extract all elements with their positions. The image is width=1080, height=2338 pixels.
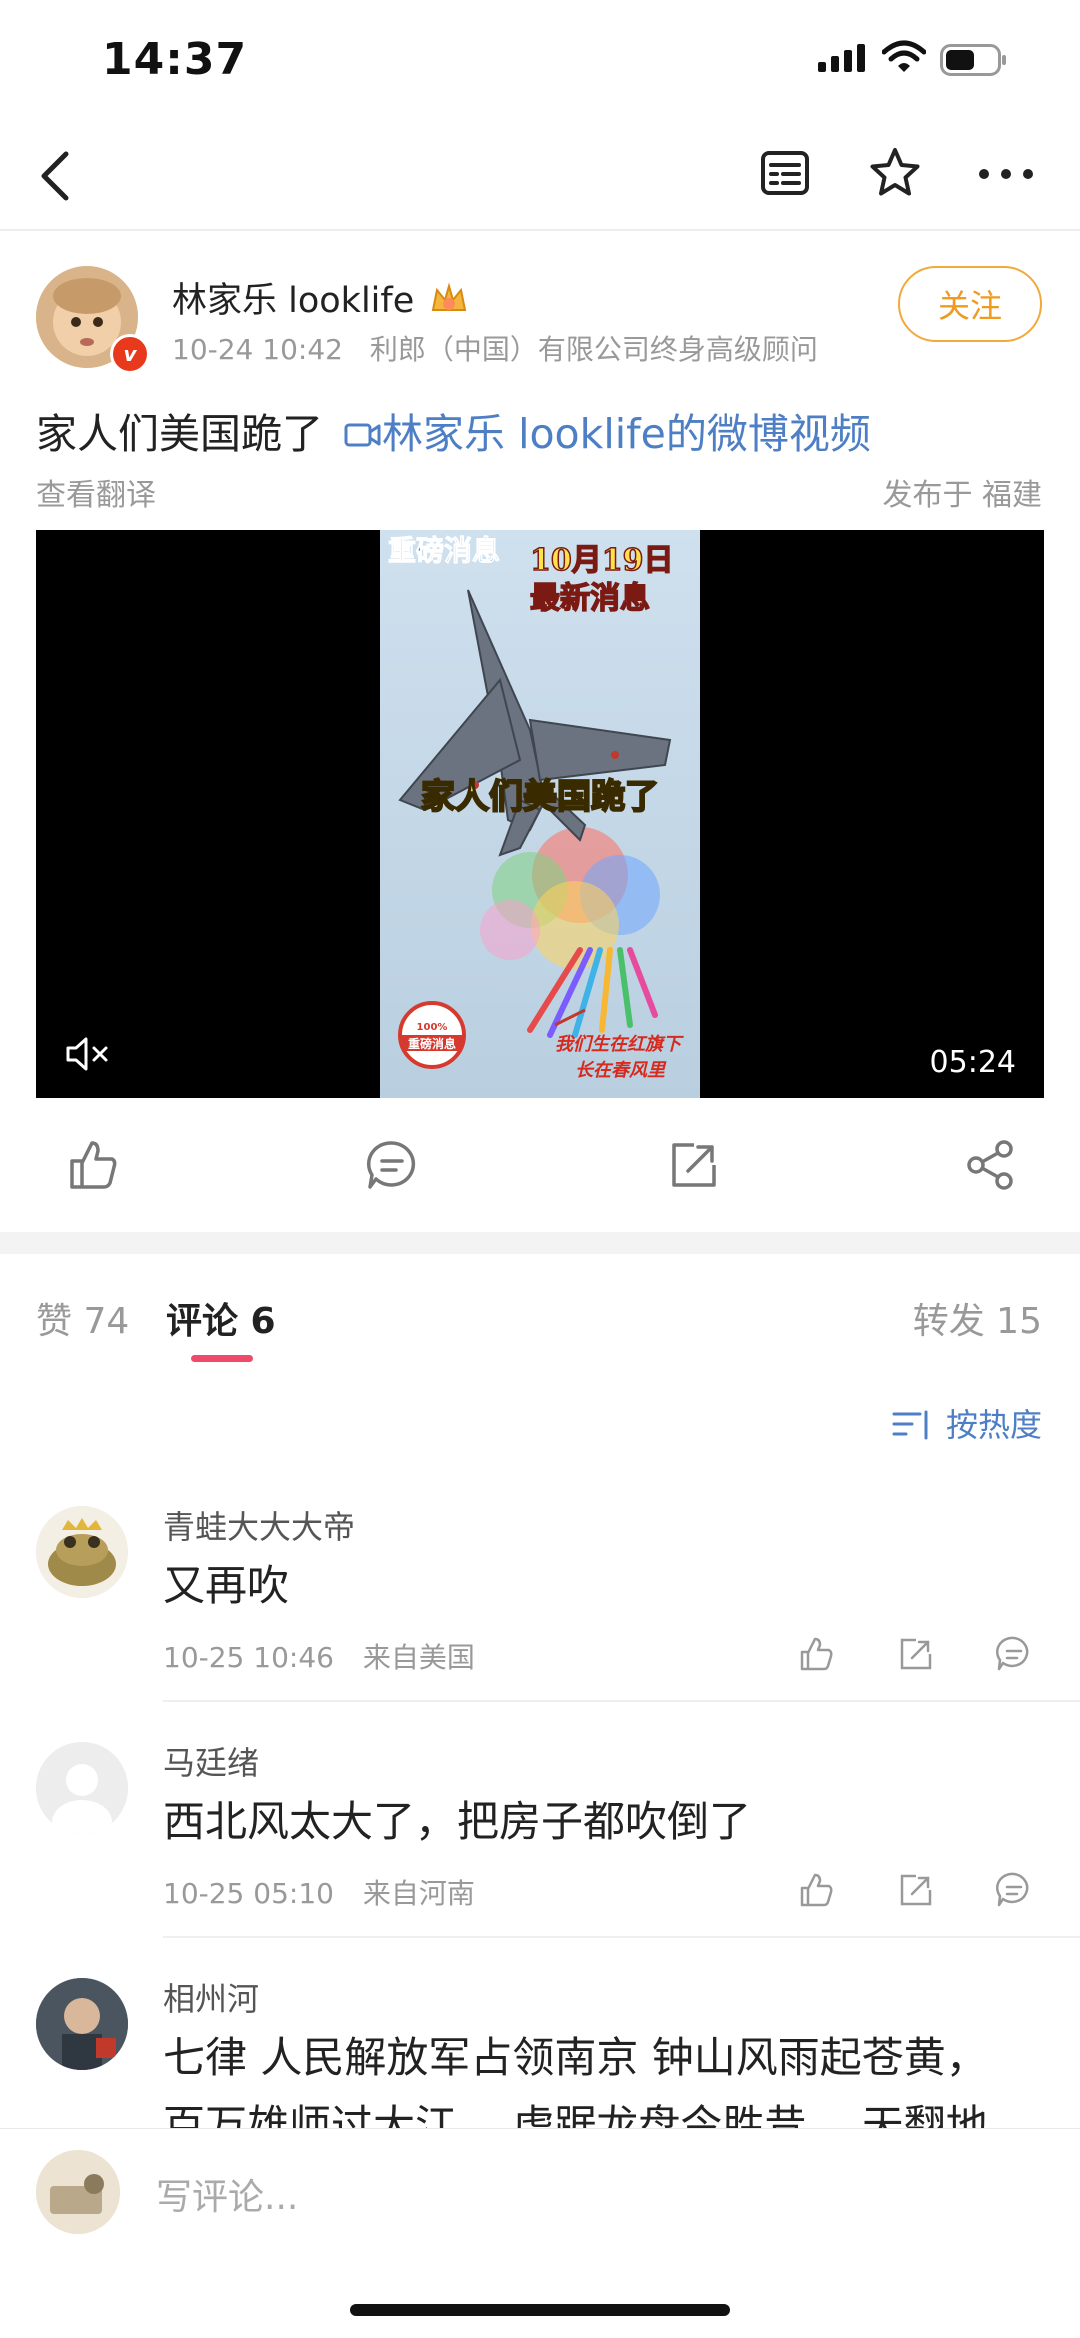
post-text: 家人们美国跪了 林家乐 looklife的微博视频 — [36, 400, 871, 460]
comment-meta: 10-25 05:10 来自河南 — [163, 1872, 475, 1912]
video-link-label: 林家乐 looklife的微博视频 — [382, 410, 871, 458]
tab-comments[interactable]: 评论 6 — [166, 1292, 276, 1344]
reader-mode-icon[interactable] — [760, 150, 810, 196]
thumb-stamp-label: 重磅消息 — [408, 1036, 456, 1051]
thumb-logo-text: 重磅消息 — [388, 534, 500, 567]
comment-repost-icon[interactable] — [896, 1634, 936, 1674]
tab-reposts[interactable]: 转发 15 — [913, 1292, 1042, 1344]
post-body: 家人们美国跪了 — [36, 410, 323, 458]
comment-meta: 10-25 10:46 来自美国 — [163, 1636, 475, 1676]
comment-like-icon[interactable] — [796, 1870, 836, 1910]
post-location: 发布于 福建 — [882, 478, 1042, 513]
comment-avatar[interactable] — [36, 1978, 128, 2070]
wifi-icon — [882, 40, 926, 74]
video-player[interactable]: 重磅消息 10月19日 最新消息 家人们美国跪了 100% 重磅消息 我们生在红… — [36, 530, 1044, 1098]
comment-author[interactable]: 相州河 — [163, 1974, 259, 2020]
author-name-text: 林家乐 looklife — [172, 281, 415, 321]
thumb-slogan-2: 长在春风里 — [575, 1060, 667, 1081]
mute-icon[interactable] — [64, 1034, 114, 1074]
nav-bar — [0, 120, 1080, 230]
thumb-slogan-1: 我们生在红旗下 — [555, 1034, 684, 1055]
video-camera-icon — [344, 420, 382, 450]
post-meta: 10-24 10:42 利郎（中国）有限公司终身高级顾问 — [172, 328, 818, 368]
author-title: 利郎（中国）有限公司终身高级顾问 — [369, 333, 818, 366]
post-date: 10-24 10:42 — [172, 333, 343, 366]
my-avatar[interactable] — [36, 2150, 120, 2234]
sort-icon — [892, 1408, 932, 1440]
comment-divider — [163, 1700, 1080, 1702]
crown-badge-icon — [429, 282, 469, 316]
video-thumbnail: 重磅消息 10月19日 最新消息 家人们美国跪了 100% 重磅消息 我们生在红… — [380, 530, 700, 1098]
video-link[interactable]: 林家乐 looklife的微博视频 — [336, 410, 871, 458]
comment-author[interactable]: 马廷绪 — [163, 1738, 259, 1784]
comment-reply-icon[interactable] — [994, 1634, 1034, 1674]
comment-avatar[interactable] — [36, 1742, 128, 1834]
comment-text: 西北风太大了，把房子都吹倒了 — [163, 1797, 752, 1846]
comment-divider — [163, 1936, 1080, 1938]
translate-link[interactable]: 查看翻译 — [36, 470, 156, 514]
comment-reply-icon[interactable] — [994, 1870, 1034, 1910]
nav-divider — [0, 229, 1080, 231]
comment-icon[interactable] — [362, 1135, 422, 1195]
comment-input[interactable]: 写评论... — [156, 2168, 298, 2220]
sort-by-hot[interactable]: 按热度 — [892, 1400, 1042, 1446]
follow-button[interactable]: 关注 — [898, 266, 1042, 342]
comment-date: 10-25 05:10 — [163, 1877, 334, 1910]
more-options-icon[interactable] — [978, 168, 1034, 180]
status-time: 14:37 — [102, 34, 248, 85]
thumb-news-text: 最新消息 — [530, 581, 650, 616]
video-duration: 05:24 — [929, 1045, 1016, 1080]
comment-location: 来自河南 — [362, 1877, 475, 1910]
thumb-date-text: 10月19日 — [530, 543, 674, 578]
thumb-caption-text: 家人们美国跪了 — [421, 777, 659, 817]
repost-icon[interactable] — [664, 1135, 724, 1195]
share-icon[interactable] — [960, 1135, 1020, 1195]
like-icon[interactable] — [62, 1135, 122, 1195]
comment-text: 又再吹 — [163, 1561, 290, 1610]
home-indicator — [350, 2304, 730, 2316]
sort-label: 按热度 — [945, 1406, 1042, 1444]
tab-likes[interactable]: 赞 74 — [36, 1292, 129, 1344]
comment-avatar[interactable] — [36, 1506, 128, 1598]
author-name[interactable]: 林家乐 looklife — [172, 272, 469, 323]
favorite-star-icon[interactable] — [868, 146, 922, 200]
cellular-signal-icon — [818, 44, 868, 72]
active-tab-indicator — [191, 1355, 253, 1362]
thumb-stamp-percent: 100% — [417, 1022, 448, 1033]
comment-date: 10-25 10:46 — [163, 1641, 334, 1674]
comment-location: 来自美国 — [362, 1641, 475, 1674]
comment-text: 七律 人民解放军占领南京 钟山风雨起苍黄， — [163, 2033, 988, 2082]
verified-badge-icon: v — [110, 334, 150, 374]
comment-author[interactable]: 青蛙大大大帝 — [163, 1502, 355, 1548]
back-icon[interactable] — [36, 148, 76, 204]
battery-icon — [940, 44, 1008, 76]
section-separator — [0, 1232, 1080, 1254]
comment-repost-icon[interactable] — [896, 1870, 936, 1910]
comment-like-icon[interactable] — [796, 1634, 836, 1674]
